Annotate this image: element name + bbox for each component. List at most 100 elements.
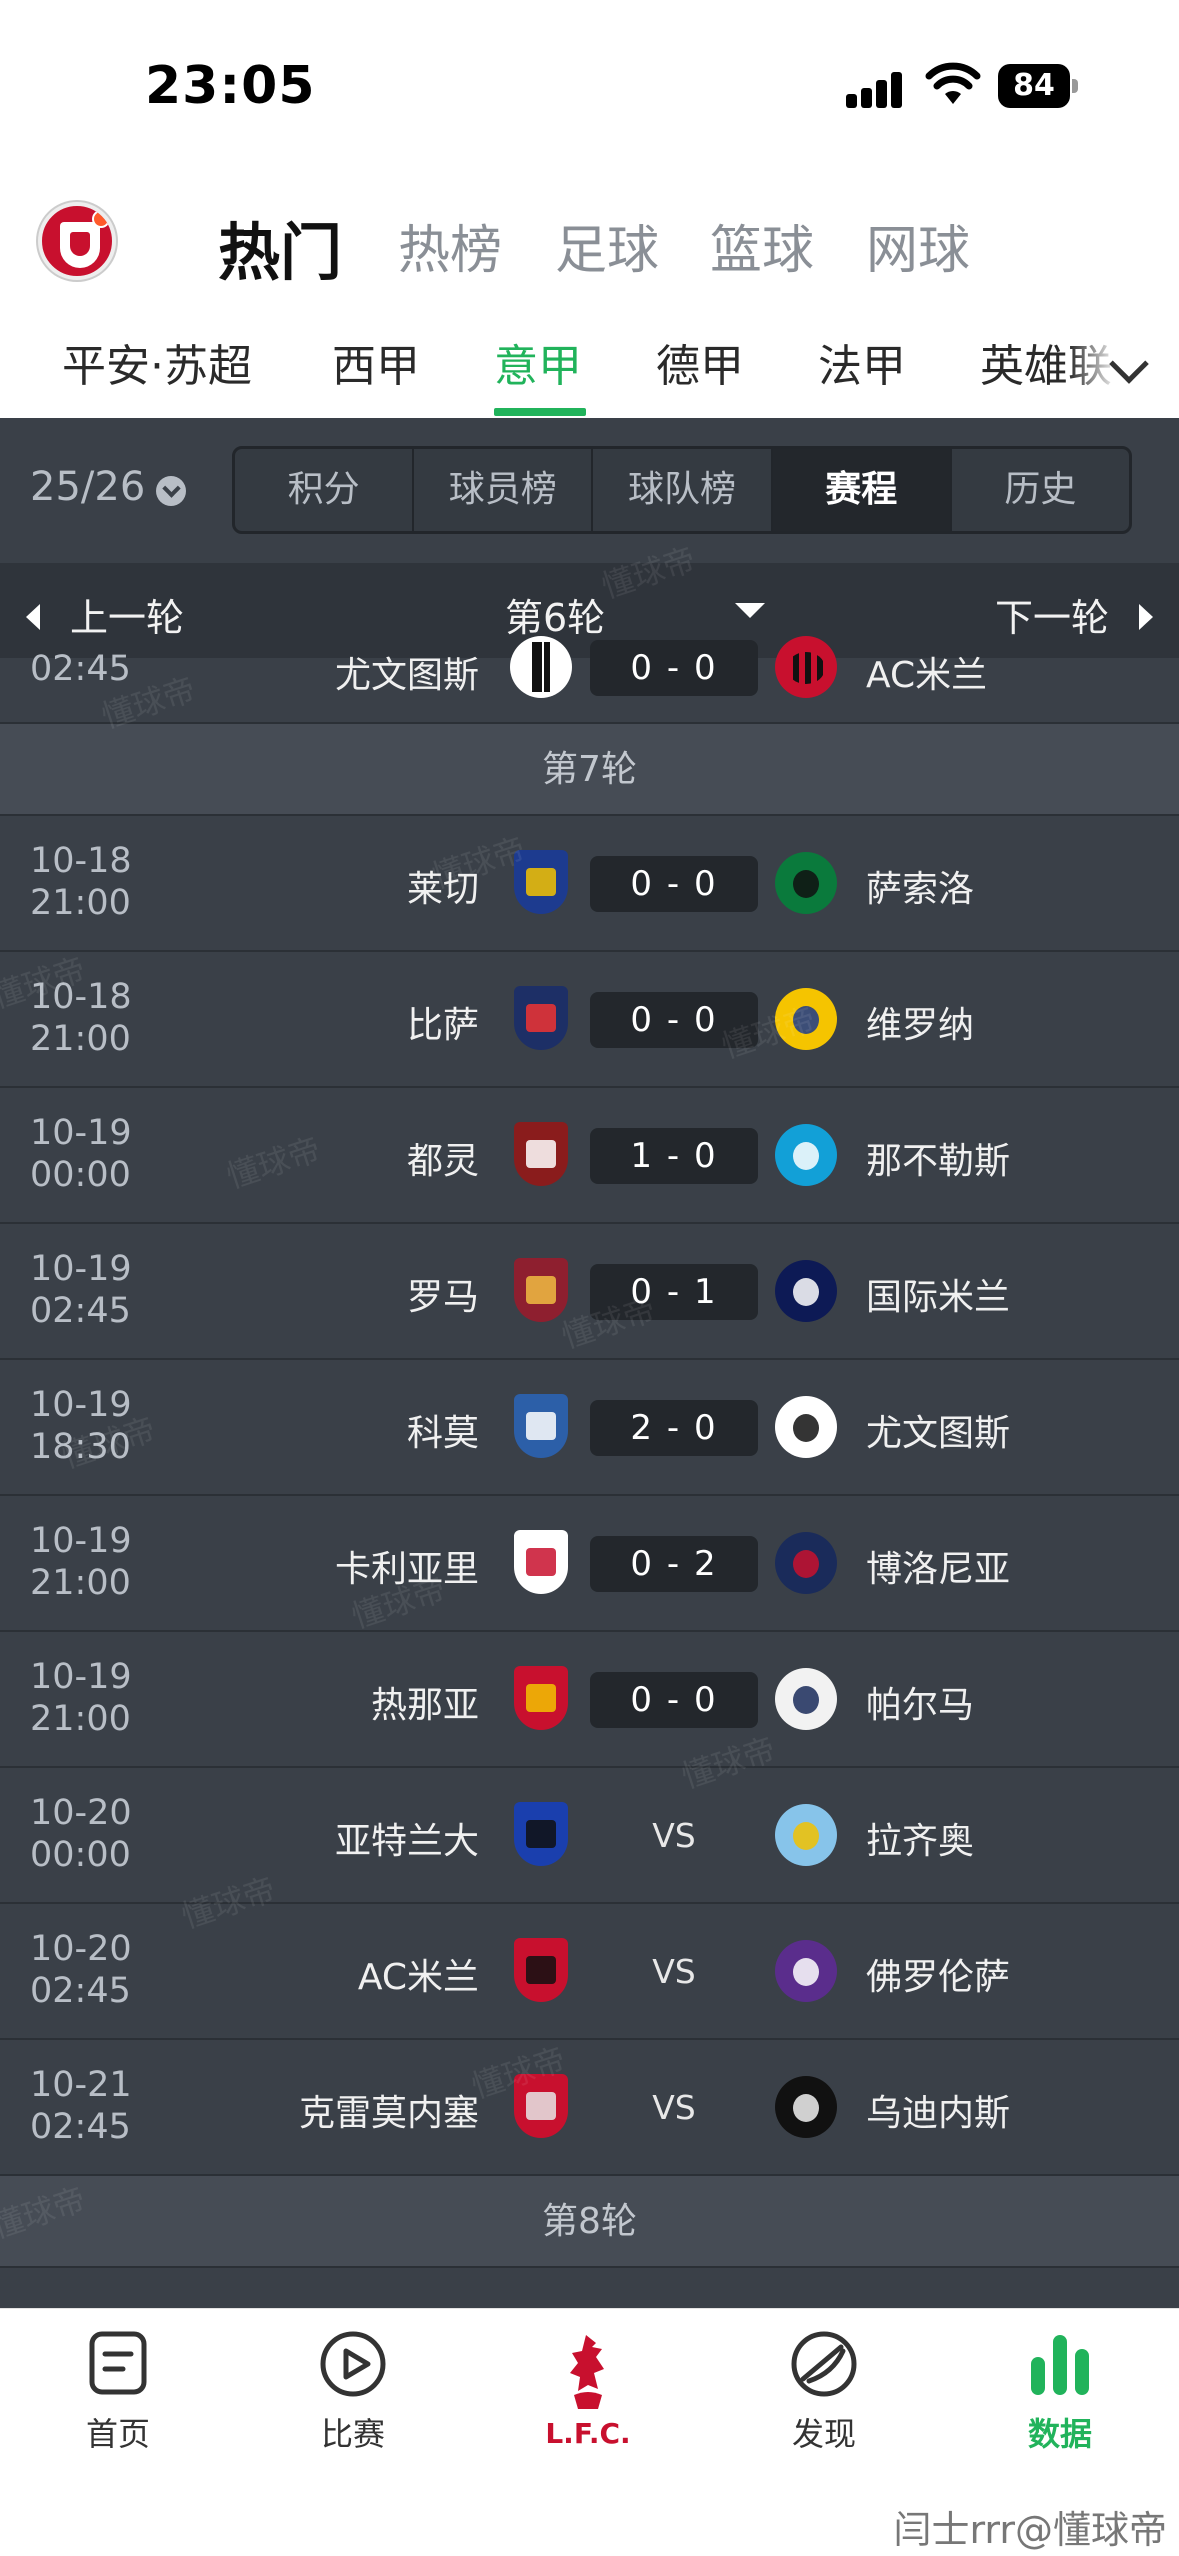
- segment-history[interactable]: 历史: [952, 449, 1129, 531]
- away-team: 萨索洛: [866, 869, 975, 910]
- match-row[interactable]: 10-19 21:00 卡利亚里 0 - 2 博洛尼亚: [0, 1496, 1179, 1632]
- away-team: 佛罗伦萨: [866, 1957, 1011, 1998]
- home-team: 比萨: [406, 1005, 479, 1046]
- dropdown-triangle-icon[interactable]: [735, 603, 765, 618]
- atalanta-crest-icon: [508, 1800, 574, 1872]
- league-tab-bundesliga[interactable]: 德甲: [656, 330, 744, 394]
- league-tab-laliga[interactable]: 西甲: [332, 330, 420, 394]
- round-header: 第7轮: [0, 724, 1179, 816]
- segment-team-rank[interactable]: 球队榜: [593, 449, 773, 531]
- home-team: 罗马: [406, 1277, 479, 1318]
- juventus-crest-icon: [508, 632, 574, 704]
- score: 0 - 0: [590, 1672, 758, 1728]
- score: 2 - 0: [590, 1400, 758, 1456]
- discover-planet-icon: [789, 2329, 859, 2399]
- tab-football[interactable]: 足球: [555, 208, 659, 283]
- match-row[interactable]: 10-20 00:00 亚特兰大 VS 拉齐奥: [0, 1768, 1179, 1904]
- match-row[interactable]: 10-19 18:30 科莫 2 - 0 尤文图斯: [0, 1360, 1179, 1496]
- nav-label: 比赛: [320, 2415, 385, 2453]
- match-datetime: 10-18 21:00: [30, 841, 132, 923]
- bologna-crest-icon: [773, 1528, 839, 1600]
- sassuolo-crest-icon: [773, 848, 839, 920]
- lazio-crest-icon: [773, 1800, 839, 1872]
- away-team: 国际米兰: [866, 1277, 1011, 1318]
- home-team: 亚特兰大: [334, 1821, 479, 1862]
- tab-basketball[interactable]: 篮球: [710, 208, 814, 283]
- away-team: 博洛尼亚: [866, 1549, 1011, 1590]
- league-tab-serie-a[interactable]: 意甲: [494, 330, 582, 394]
- away-team: 那不勒斯: [866, 1141, 1011, 1182]
- league-tab-suchao[interactable]: 平安·苏超: [62, 330, 252, 394]
- chevron-down-icon[interactable]: [156, 476, 186, 506]
- battery-level: 84: [998, 64, 1070, 108]
- bar-chart-icon: [1025, 2329, 1095, 2399]
- prev-round-button[interactable]: 上一轮: [26, 587, 184, 642]
- liverpool-liverbird-icon: [548, 2329, 628, 2429]
- home-team: 热那亚: [370, 1685, 479, 1726]
- season-selector[interactable]: 25/26: [30, 464, 145, 510]
- home-team: 科莫: [406, 1413, 479, 1454]
- home-team: 都灵: [406, 1141, 479, 1182]
- nav-lfc[interactable]: L.F.C.: [518, 2329, 658, 2450]
- document-icon: [83, 2329, 153, 2399]
- league-tab-ligue1[interactable]: 法甲: [818, 330, 906, 394]
- status-bar: 23:05 84: [0, 0, 1179, 170]
- user-avatar[interactable]: [38, 202, 116, 280]
- vs-label: VS: [652, 2088, 696, 2127]
- segment-schedule[interactable]: 赛程: [772, 449, 952, 531]
- away-team: 帕尔马: [866, 1685, 975, 1726]
- season-bar: 25/26 积分 球员榜 球队榜 赛程 历史: [0, 418, 1179, 563]
- match-datetime: 10-19 21:00: [30, 1521, 132, 1603]
- away-team: AC米兰: [866, 655, 988, 696]
- match-row[interactable]: 10-21 02:45 克雷莫内塞 VS 乌迪内斯: [0, 2040, 1179, 2176]
- juventus-crest-icon: [773, 1392, 839, 1464]
- vs-label: VS: [652, 1952, 696, 1991]
- cagliari-crest-icon: [508, 1528, 574, 1600]
- match-datetime: 10-20 02:45: [30, 1929, 132, 2011]
- match-row[interactable]: 10-20 02:45 AC米兰 VS 佛罗伦萨: [0, 1904, 1179, 2040]
- status-time: 23:05: [145, 56, 316, 116]
- tab-trending[interactable]: 热榜: [398, 208, 502, 283]
- genoa-crest-icon: [508, 1664, 574, 1736]
- match-row[interactable]: 10-19 21:00 热那亚 0 - 0 帕尔马: [0, 1632, 1179, 1768]
- nav-matches[interactable]: 比赛: [283, 2329, 423, 2455]
- score: 0 - 0: [590, 856, 758, 912]
- next-round-button[interactable]: 下一轮: [995, 587, 1153, 642]
- triangle-right-icon: [1139, 603, 1153, 630]
- data-segment-control: 积分 球员榜 球队榜 赛程 历史: [232, 446, 1132, 534]
- match-row[interactable]: 10-18 21:00 莱切 0 - 0 萨索洛: [0, 816, 1179, 952]
- match-datetime: 10-19 02:45: [30, 1249, 132, 1331]
- match-datetime: 10-21 02:45: [30, 2065, 132, 2147]
- nav-label: 发现: [791, 2415, 856, 2453]
- top-nav: 热门 热榜 足球 篮球 网球: [0, 190, 1179, 300]
- credit-text: 闫士rrr@懂球帝: [893, 2508, 1167, 2552]
- match-datetime: 10-20 00:00: [30, 1793, 132, 1875]
- segment-standings[interactable]: 积分: [235, 449, 415, 531]
- active-tab-indicator: [494, 408, 586, 416]
- score: 1 - 0: [590, 1128, 758, 1184]
- nav-discover[interactable]: 发现: [754, 2329, 894, 2455]
- match-row[interactable]: [0, 2268, 1179, 2308]
- pisa-crest-icon: [508, 984, 574, 1056]
- triangle-left-icon: [26, 603, 40, 630]
- nav-home[interactable]: 首页: [48, 2329, 188, 2455]
- battery-icon: 84: [998, 64, 1078, 108]
- match-time: 02:45: [30, 649, 131, 689]
- match-row[interactable]: 10-18 21:00 比萨 0 - 0 维罗纳: [0, 952, 1179, 1088]
- wifi-icon: [925, 62, 981, 104]
- away-team: 拉齐奥: [866, 1821, 975, 1862]
- match-datetime: 10-19 21:00: [30, 1657, 132, 1739]
- match-row[interactable]: 10-19 00:00 都灵 1 - 0 那不勒斯: [0, 1088, 1179, 1224]
- play-circle-icon: [318, 2329, 388, 2399]
- vs-label: VS: [652, 1816, 696, 1855]
- segment-player-rank[interactable]: 球员榜: [414, 449, 594, 531]
- round-header: 第8轮: [0, 2176, 1179, 2268]
- nav-label: 首页: [85, 2415, 150, 2453]
- away-team: 尤文图斯: [866, 1413, 1011, 1454]
- nav-data[interactable]: 数据: [990, 2329, 1130, 2455]
- tab-tennis[interactable]: 网球: [866, 208, 970, 283]
- torino-crest-icon: [508, 1120, 574, 1192]
- match-list: 02:45 尤文图斯 0 - 0 AC米兰 第7轮 10-18 21:00 莱切 0 …: [0, 636, 1179, 2308]
- inter-crest-icon: [773, 1256, 839, 1328]
- tab-hot[interactable]: 热门: [218, 202, 342, 292]
